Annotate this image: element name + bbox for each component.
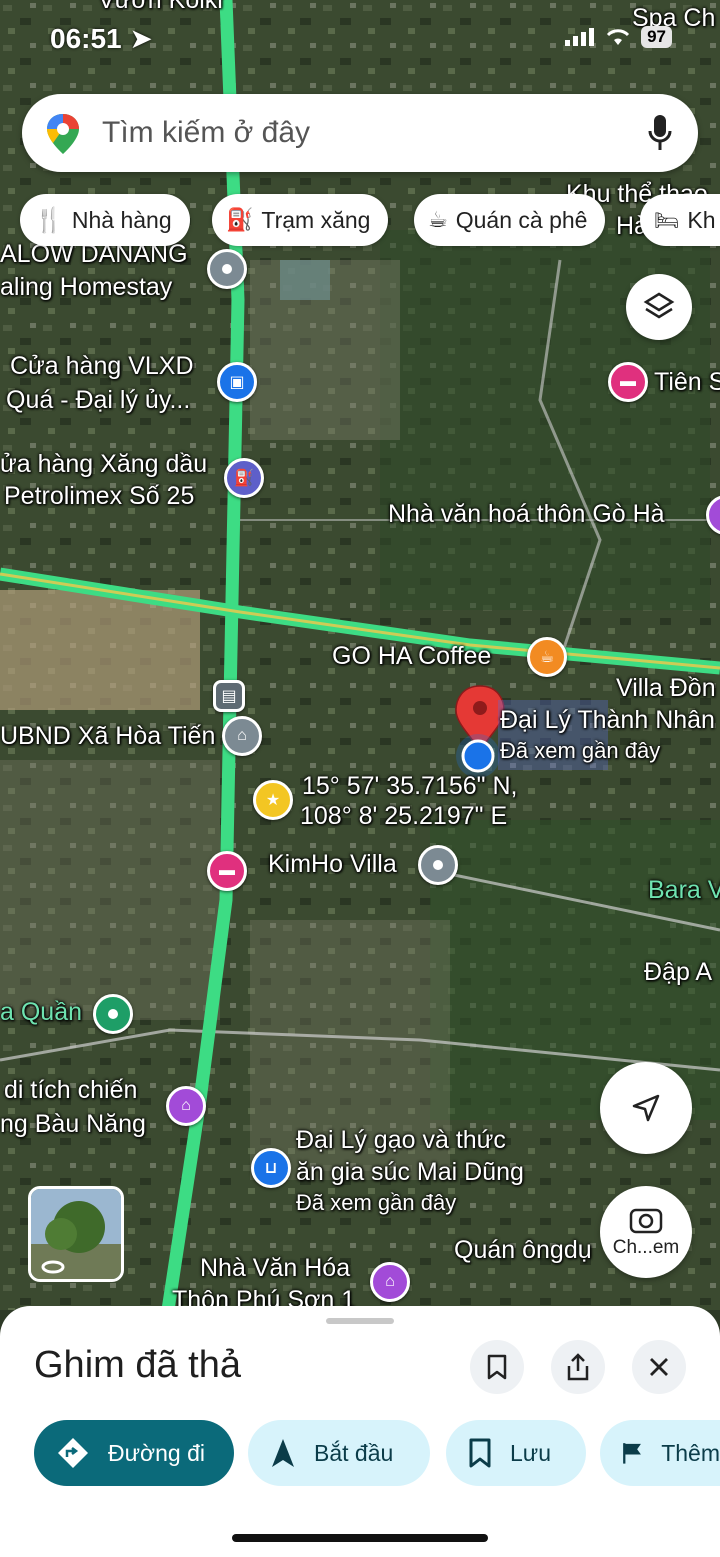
bookmark-icon (487, 1354, 507, 1380)
fork-knife-icon: 🍴 (34, 206, 64, 234)
map-label: Đã xem gần đây (500, 738, 661, 763)
map-label[interactable]: Tiên S (654, 368, 720, 397)
bookmark-icon (469, 1438, 491, 1468)
map-label[interactable]: Nhà Văn Hóa (200, 1254, 350, 1283)
map-label[interactable]: Cửa hàng VLXD (10, 352, 194, 381)
chip-restaurants[interactable]: 🍴 Nhà hàng (20, 194, 190, 246)
more-label: Thêm (661, 1439, 720, 1466)
map-label[interactable]: Đại Lý gạo và thức (296, 1126, 506, 1155)
chip-coffee[interactable]: ☕ Quán cà phê (414, 194, 606, 246)
close-button[interactable] (632, 1340, 686, 1394)
share-icon (567, 1353, 589, 1381)
bus-stop-icon[interactable]: ▤ (213, 680, 245, 712)
directions-label: Đường đi (108, 1439, 205, 1466)
status-icons: 97 (565, 26, 672, 48)
battery-level: 97 (641, 26, 672, 48)
chip-label: Nhà hàng (71, 206, 172, 233)
my-location-button[interactable] (600, 1062, 692, 1154)
directions-button[interactable]: Đường đi (34, 1420, 234, 1486)
place-pin[interactable] (207, 249, 247, 289)
cafe-pin[interactable]: ☕ (527, 637, 567, 677)
map-label[interactable]: a Quần (0, 998, 82, 1027)
navigation-icon (272, 1439, 294, 1467)
park-pin[interactable] (93, 994, 133, 1034)
gas-station-pin[interactable]: ⛽ (224, 458, 264, 498)
close-icon (650, 1358, 668, 1376)
drag-handle[interactable] (326, 1318, 394, 1324)
save-button[interactable]: Lưu (446, 1420, 586, 1486)
search-bar[interactable]: Tìm kiếm ở đây (22, 94, 698, 172)
chip-label: Kh (687, 206, 716, 233)
museum-pin[interactable]: ⌂ (166, 1086, 206, 1126)
chip-label: Trạm xăng (261, 206, 371, 233)
map-label[interactable]: KimHo Villa (268, 850, 397, 879)
map-label[interactable]: Đập A (644, 958, 712, 987)
more-button[interactable]: Thêm (600, 1420, 720, 1486)
gas-pump-icon: ⛽ (226, 207, 254, 232)
hotel-pin[interactable]: ▬ (608, 362, 648, 402)
chip-label: Quán cà phê (455, 206, 588, 233)
map-label[interactable]: Vườn Koiki (98, 0, 223, 15)
map-label[interactable]: ăn gia súc Mai Dũng (296, 1158, 524, 1187)
place-sheet[interactable]: Ghim đã thả Đường đi Bắt đầu Lưu Thêm (0, 1306, 720, 1557)
microphone-icon[interactable] (648, 114, 672, 152)
camera-button-label: Ch...em (612, 1237, 680, 1258)
layers-icon (643, 292, 675, 319)
map-label[interactable]: aling Homestay (0, 273, 172, 302)
villa-pin[interactable] (418, 845, 458, 885)
chip-gas-stations[interactable]: ⛽ Trạm xăng (212, 194, 389, 246)
map-label[interactable]: di tích chiến (4, 1076, 137, 1105)
map-label[interactable]: Bara V (648, 876, 720, 905)
map-label[interactable]: Đại Lý Thành Nhân (500, 706, 715, 735)
government-pin[interactable]: ⌂ (222, 716, 262, 756)
map-label[interactable]: Nhà văn hoá thôn Gò Hà (388, 500, 665, 529)
location-arrow-icon: ➤ (129, 23, 153, 54)
start-button[interactable]: Bắt đầu (248, 1420, 430, 1486)
save-bookmark-button[interactable] (470, 1340, 524, 1394)
hotel-pin[interactable]: ▬ (207, 851, 247, 891)
shop-pin[interactable]: ⊔ (251, 1148, 291, 1188)
map-label: Đã xem gần đây (296, 1190, 457, 1215)
camera-icon (629, 1208, 663, 1234)
start-label: Bắt đầu (314, 1439, 394, 1466)
share-button[interactable] (551, 1340, 605, 1394)
chip-hotels[interactable]: 🛏 Kh (640, 194, 720, 246)
status-time: 06:51 ➤ (50, 22, 153, 55)
street-view-image (31, 1189, 121, 1279)
coordinate-label: 108° 8' 25.2197" E (300, 802, 508, 830)
coffee-cup-icon: ☕ (428, 207, 448, 232)
layers-button[interactable] (626, 274, 692, 340)
navigation-arrow-icon (632, 1094, 660, 1122)
google-maps-logo-icon (47, 114, 79, 154)
coordinate-star-pin[interactable]: ★ (253, 780, 293, 820)
bed-icon: 🛏 (654, 209, 680, 232)
home-indicator[interactable] (232, 1534, 488, 1542)
shopping-pin[interactable]: ▣ (217, 362, 257, 402)
wifi-icon (607, 29, 630, 45)
flag-icon (623, 1443, 641, 1464)
save-label: Lưu (510, 1439, 551, 1466)
search-placeholder[interactable]: Tìm kiếm ở đây (102, 116, 310, 150)
map-label[interactable]: Villa Đồn (616, 674, 716, 703)
sheet-title: Ghim đã thả (34, 1344, 241, 1386)
directions-icon (58, 1438, 88, 1468)
map-label[interactable]: Petrolimex Số 25 (4, 482, 194, 511)
camera-search-button[interactable]: Ch...em (600, 1186, 692, 1278)
map-label[interactable]: GO HA Coffee (332, 642, 491, 671)
map-label[interactable]: ng Bàu Năng (0, 1110, 146, 1139)
map-label[interactable]: Quá - Đại lý ủy... (6, 386, 190, 415)
community-hall-pin[interactable]: ⌂ (370, 1262, 410, 1302)
street-view-thumbnail[interactable] (28, 1186, 124, 1282)
category-chips: 🍴 Nhà hàng ⛽ Trạm xăng ☕ Quán cà phê 🛏 K… (20, 194, 720, 246)
clock: 06:51 (50, 23, 122, 54)
map-label[interactable]: Quán ôngdụ (454, 1236, 592, 1265)
coordinate-label: 15° 57' 35.7156" N, (302, 772, 518, 800)
map-label[interactable]: ửa hàng Xăng dầu (0, 450, 207, 479)
map-label[interactable]: UBND Xã Hòa Tiến (0, 722, 215, 751)
signal-icon (565, 28, 595, 46)
